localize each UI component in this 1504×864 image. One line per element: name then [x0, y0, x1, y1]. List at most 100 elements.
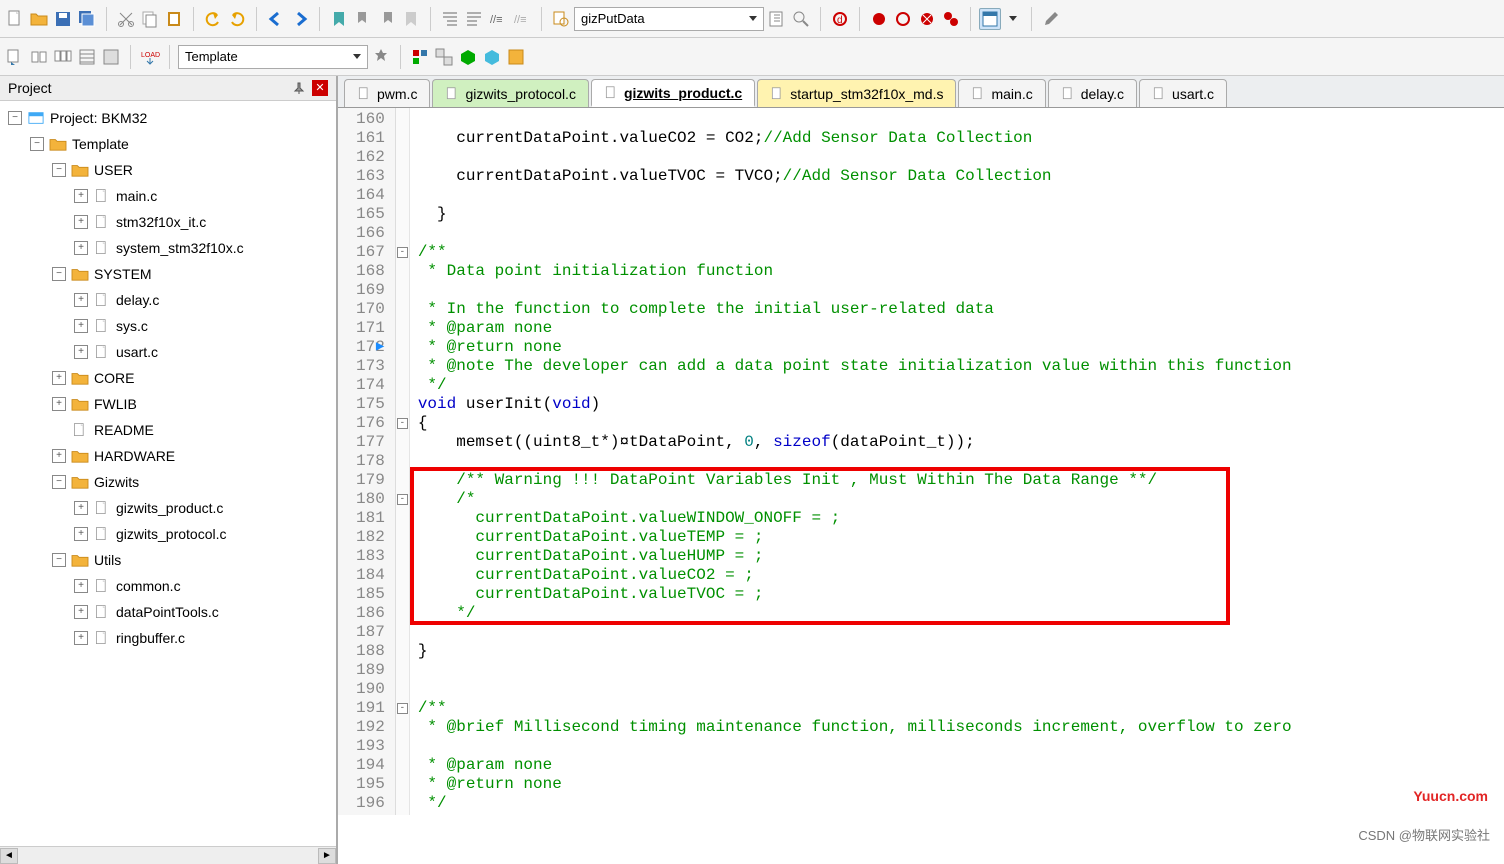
- breakpoint-icon[interactable]: [868, 8, 890, 30]
- search-combo[interactable]: gizPutData: [574, 7, 764, 31]
- code-editor[interactable]: 1601611621631641651661671681691701711721…: [338, 108, 1504, 864]
- tree-file[interactable]: +stm32f10x_it.c: [4, 209, 336, 235]
- comment-icon[interactable]: //≡: [487, 8, 509, 30]
- code-content[interactable]: currentDataPoint.valueCO2 = CO2;//Add Se…: [410, 108, 1292, 815]
- build-icon[interactable]: [28, 46, 50, 68]
- tree-target[interactable]: −Template: [4, 131, 336, 157]
- find-next-icon[interactable]: [766, 8, 788, 30]
- tree-toggle[interactable]: +: [74, 527, 88, 541]
- manage-components-icon[interactable]: [457, 46, 479, 68]
- fold-toggle[interactable]: -: [397, 247, 408, 258]
- paste-icon[interactable]: [163, 8, 185, 30]
- scroll-right-icon[interactable]: ►: [318, 848, 336, 864]
- tree-toggle[interactable]: +: [74, 605, 88, 619]
- tree-toggle[interactable]: +: [74, 319, 88, 333]
- save-icon[interactable]: [52, 8, 74, 30]
- tree-project-root[interactable]: −Project: BKM32: [4, 105, 336, 131]
- fold-toggle[interactable]: -: [397, 703, 408, 714]
- breakpoint-remove-icon[interactable]: [916, 8, 938, 30]
- tree-toggle[interactable]: +: [74, 189, 88, 203]
- fold-toggle[interactable]: -: [397, 418, 408, 429]
- tree-toggle[interactable]: +: [74, 345, 88, 359]
- breakpoint-disable-icon[interactable]: [892, 8, 914, 30]
- tree-toggle[interactable]: −: [52, 553, 66, 567]
- scroll-left-icon[interactable]: ◄: [0, 848, 18, 864]
- editor-tab[interactable]: main.c: [958, 79, 1045, 107]
- tree-file[interactable]: +gizwits_protocol.c: [4, 521, 336, 547]
- incremental-find-icon[interactable]: [790, 8, 812, 30]
- tree-folder-core[interactable]: +CORE: [4, 365, 336, 391]
- bookmark-next-icon[interactable]: [376, 8, 398, 30]
- rebuild-icon[interactable]: [52, 46, 74, 68]
- indent-icon[interactable]: [439, 8, 461, 30]
- tree-toggle[interactable]: +: [52, 371, 66, 385]
- fold-toggle[interactable]: -: [397, 494, 408, 505]
- configure-icon[interactable]: [1040, 8, 1062, 30]
- tree-file[interactable]: +dataPointTools.c: [4, 599, 336, 625]
- bookmark-prev-icon[interactable]: [352, 8, 374, 30]
- tree-toggle[interactable]: +: [52, 397, 66, 411]
- editor-tab[interactable]: gizwits_product.c: [591, 79, 755, 107]
- tree-folder-fwlib[interactable]: +FWLIB: [4, 391, 336, 417]
- open-folder-icon[interactable]: [28, 8, 50, 30]
- uncomment-icon[interactable]: //≡: [511, 8, 533, 30]
- pin-icon[interactable]: [292, 81, 306, 95]
- tree-file[interactable]: +ringbuffer.c: [4, 625, 336, 651]
- tree-folder-system[interactable]: −SYSTEM: [4, 261, 336, 287]
- nav-fwd-icon[interactable]: [289, 8, 311, 30]
- tree-toggle[interactable]: +: [74, 215, 88, 229]
- download-icon[interactable]: LOAD: [139, 46, 161, 68]
- save-all-icon[interactable]: [76, 8, 98, 30]
- target-options-icon[interactable]: [370, 46, 392, 68]
- cut-icon[interactable]: [115, 8, 137, 30]
- tree-toggle[interactable]: +: [52, 449, 66, 463]
- window-layout-icon[interactable]: [979, 8, 1001, 30]
- find-in-files-icon[interactable]: [550, 8, 572, 30]
- debug-icon[interactable]: d: [829, 8, 851, 30]
- copy-icon[interactable]: [139, 8, 161, 30]
- tree-toggle[interactable]: −: [52, 475, 66, 489]
- fold-column[interactable]: - - - -: [396, 108, 410, 815]
- translate-icon[interactable]: [4, 46, 26, 68]
- redo-icon[interactable]: [226, 8, 248, 30]
- editor-tab[interactable]: usart.c: [1139, 79, 1227, 107]
- tree-file[interactable]: +gizwits_product.c: [4, 495, 336, 521]
- nav-back-icon[interactable]: [265, 8, 287, 30]
- batch-build-icon[interactable]: [76, 46, 98, 68]
- tree-toggle[interactable]: +: [74, 241, 88, 255]
- tree-file[interactable]: +common.c: [4, 573, 336, 599]
- editor-tab[interactable]: pwm.c: [344, 79, 430, 107]
- pack-installer-icon[interactable]: [481, 46, 503, 68]
- new-file-icon[interactable]: [4, 8, 26, 30]
- tree-toggle[interactable]: +: [74, 501, 88, 515]
- editor-tab[interactable]: gizwits_protocol.c: [432, 79, 589, 107]
- manage-project-icon[interactable]: [409, 46, 431, 68]
- stop-build-icon[interactable]: [100, 46, 122, 68]
- chevron-down-icon[interactable]: [1009, 16, 1017, 21]
- tree-folder-hardware[interactable]: +HARDWARE: [4, 443, 336, 469]
- tree-folder-user[interactable]: −USER: [4, 157, 336, 183]
- outdent-icon[interactable]: [463, 8, 485, 30]
- books-icon[interactable]: [505, 46, 527, 68]
- project-tree[interactable]: −Project: BKM32−Template−USER+main.c+stm…: [0, 101, 336, 846]
- tree-toggle[interactable]: −: [30, 137, 44, 151]
- tree-file[interactable]: +system_stm32f10x.c: [4, 235, 336, 261]
- bookmark-clear-icon[interactable]: [400, 8, 422, 30]
- tree-toggle[interactable]: +: [74, 579, 88, 593]
- tree-file[interactable]: +usart.c: [4, 339, 336, 365]
- target-combo[interactable]: Template: [178, 45, 368, 69]
- bookmark-icon[interactable]: [328, 8, 350, 30]
- tree-toggle[interactable]: +: [74, 293, 88, 307]
- undo-icon[interactable]: [202, 8, 224, 30]
- tree-folder-gizwits[interactable]: −Gizwits: [4, 469, 336, 495]
- tree-toggle[interactable]: +: [74, 631, 88, 645]
- tree-toggle[interactable]: −: [52, 267, 66, 281]
- editor-tab[interactable]: startup_stm32f10x_md.s: [757, 79, 956, 107]
- tree-toggle[interactable]: −: [52, 163, 66, 177]
- tree-folder-utils[interactable]: −Utils: [4, 547, 336, 573]
- close-icon[interactable]: ✕: [312, 80, 328, 96]
- tree-file[interactable]: +delay.c: [4, 287, 336, 313]
- tree-file-readme[interactable]: README: [4, 417, 336, 443]
- breakpoint-clear-icon[interactable]: [940, 8, 962, 30]
- tree-file[interactable]: +sys.c: [4, 313, 336, 339]
